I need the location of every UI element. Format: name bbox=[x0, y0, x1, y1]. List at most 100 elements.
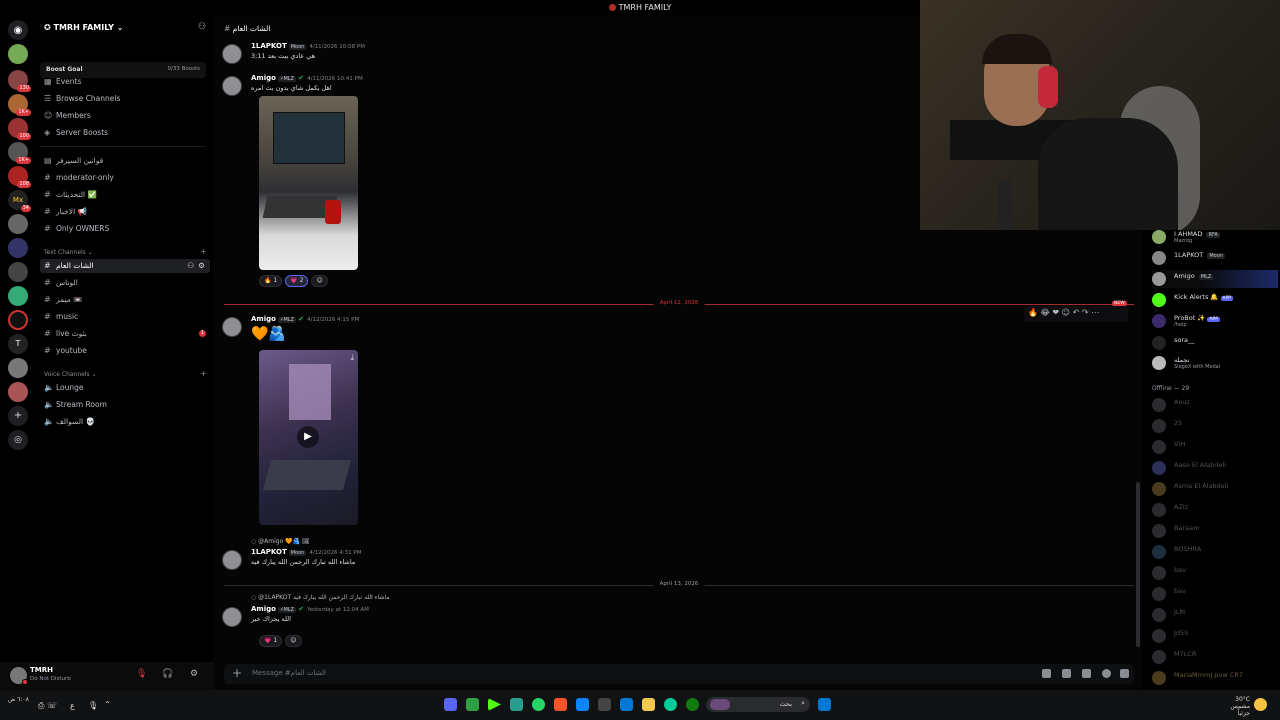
member-item[interactable]: I AHMAD RFA Mazrog bbox=[1152, 228, 1278, 246]
server-icon[interactable]: Mx 34 bbox=[8, 190, 31, 212]
image-attachment[interactable] bbox=[259, 96, 358, 270]
sidebar-item-events[interactable]: ▦ Events bbox=[44, 75, 81, 89]
message-author[interactable]: Amigo bbox=[251, 74, 276, 82]
category-voice-channels[interactable]: Voice Channels ⌄ bbox=[44, 371, 97, 378]
server-header[interactable]: ✪ TMRH FAMILY ⌄ bbox=[44, 23, 123, 32]
server-icon[interactable] bbox=[8, 310, 28, 330]
windows-start-icon[interactable] bbox=[818, 698, 831, 711]
reaction-fire-icon[interactable]: 🔥 bbox=[1028, 308, 1038, 317]
channel-rules[interactable]: ▤ قوانين السيرفر bbox=[44, 154, 103, 168]
app-taskbar-icon[interactable] bbox=[466, 698, 479, 711]
channel-memes[interactable]: # ميمز 📼 bbox=[44, 293, 83, 307]
add-channel-icon[interactable]: + bbox=[200, 369, 207, 378]
app-taskbar-icon[interactable] bbox=[510, 698, 523, 711]
chevron-up-icon[interactable]: ⌃ bbox=[104, 700, 111, 709]
message-author[interactable]: 1LAPKOT bbox=[251, 42, 287, 50]
invite-icon[interactable]: ⚇ bbox=[187, 259, 194, 273]
reaction[interactable]: 💗 1 bbox=[259, 635, 283, 647]
avatar[interactable] bbox=[10, 667, 28, 685]
add-reaction-button[interactable]: ☺ bbox=[285, 635, 302, 647]
member-item[interactable]: Jd5S bbox=[1152, 627, 1278, 645]
play-icon[interactable]: ▶ bbox=[297, 426, 319, 448]
message-author[interactable]: Amigo bbox=[251, 315, 276, 323]
steam-taskbar-icon[interactable] bbox=[598, 698, 611, 711]
member-item[interactable]: ProBot ✨ APP/help bbox=[1152, 312, 1278, 330]
message[interactable]: 1LAPKOT Moon 4/11/2026 10:08 PM هي عادي يب… bbox=[222, 42, 922, 72]
sidebar-item-boosts[interactable]: ◈ Server Boosts bbox=[44, 126, 108, 140]
message[interactable]: Amigo ⚡MLZ ✔ 4/12/2026 4:15 PM 🧡🫂 ▶ ⤓ bbox=[222, 315, 922, 527]
member-item[interactable]: Kick Alerts 🔔 APP bbox=[1152, 291, 1278, 309]
channel-news[interactable]: # الاخبار 📢 bbox=[44, 205, 87, 219]
message-input[interactable]: Message #الشات العام bbox=[252, 669, 326, 677]
add-reaction-button[interactable]: ☺ bbox=[311, 275, 328, 287]
sidebar-item-members[interactable]: ☺ Members bbox=[44, 109, 91, 123]
reaction[interactable]: 💗 2 bbox=[285, 275, 309, 287]
add-reaction-icon[interactable]: ☺ bbox=[1062, 308, 1070, 317]
server-icon[interactable] bbox=[8, 382, 28, 402]
server-icon[interactable]: 108 bbox=[8, 166, 31, 188]
more-icon[interactable]: ⋯ bbox=[1091, 308, 1099, 317]
plus-icon[interactable]: + bbox=[232, 666, 242, 680]
member-item[interactable]: 1LAPKOT Moon bbox=[1152, 249, 1278, 267]
discord-home-icon[interactable]: ◉ bbox=[8, 20, 28, 40]
weather-widget[interactable]: 30°C مشمس جزئياً bbox=[1220, 696, 1250, 717]
store-taskbar-icon[interactable] bbox=[620, 698, 633, 711]
server-icon[interactable] bbox=[8, 238, 28, 258]
channel-general[interactable]: # الشات العام ⚇ ⚙ bbox=[40, 259, 210, 273]
sticker-icon[interactable] bbox=[1082, 669, 1091, 678]
member-item[interactable]: Asma El Alabdeli bbox=[1152, 480, 1278, 498]
server-icon[interactable]: T bbox=[8, 334, 28, 354]
clock[interactable]: ٦:٠٨ ص bbox=[8, 696, 29, 703]
message-author[interactable]: 1LAPKOT bbox=[251, 548, 287, 556]
member-item[interactable]: M7LCR bbox=[1152, 648, 1278, 666]
member-item[interactable]: bav bbox=[1152, 585, 1278, 603]
voice-lounge[interactable]: 🔈 Lounge bbox=[44, 381, 84, 395]
reply-reference[interactable]: ◌ @Amigo 🧡🫂 🖼 bbox=[251, 538, 310, 545]
voice-sawalif[interactable]: 🔈 السوالف 💀 bbox=[44, 415, 95, 429]
server-icon[interactable] bbox=[8, 358, 28, 378]
app-taskbar-icon[interactable] bbox=[576, 698, 589, 711]
server-icon[interactable]: 100 bbox=[8, 118, 31, 140]
reply-icon[interactable]: ↶ bbox=[1073, 308, 1080, 317]
xbox-taskbar-icon[interactable] bbox=[686, 698, 699, 711]
member-item[interactable]: bav bbox=[1152, 564, 1278, 582]
member-item[interactable]: Amigo MLZ bbox=[1152, 270, 1278, 288]
member-item[interactable]: نجمله SiegeX with Medal bbox=[1152, 354, 1278, 372]
discord-taskbar-icon[interactable] bbox=[444, 698, 457, 711]
add-channel-icon[interactable]: + bbox=[200, 247, 207, 256]
download-icon[interactable]: ⤓ bbox=[350, 353, 354, 363]
add-server-icon[interactable]: + bbox=[8, 406, 28, 426]
chat-scrollbar[interactable] bbox=[1136, 482, 1140, 647]
apps-icon[interactable] bbox=[1120, 669, 1129, 678]
member-item[interactable]: 25 bbox=[1152, 417, 1278, 435]
channel-youtube[interactable]: # youtube bbox=[44, 344, 87, 358]
message[interactable]: ◌ @1LAPKOT ماشاء الله تبارك الرحمن الله … bbox=[222, 594, 922, 647]
whatsapp-taskbar-icon[interactable] bbox=[532, 698, 545, 711]
server-icon[interactable] bbox=[8, 262, 28, 282]
invite-icon[interactable]: ⚇ bbox=[198, 22, 206, 32]
reaction-laugh-icon[interactable]: 😂 bbox=[1041, 308, 1050, 317]
mic-icon[interactable]: 🎙 bbox=[88, 701, 98, 710]
member-item[interactable]: Baraam bbox=[1152, 522, 1278, 540]
gift-icon[interactable] bbox=[1042, 669, 1051, 678]
sidebar-item-browse[interactable]: ☰ Browse Channels bbox=[44, 92, 120, 106]
channel-updates[interactable]: # التحديثات ✅ bbox=[44, 188, 97, 202]
mic-muted-icon[interactable]: 🎙 bbox=[136, 669, 147, 679]
emoji-icon[interactable] bbox=[1102, 669, 1111, 678]
category-text-channels[interactable]: Text Channels ⌄ bbox=[44, 249, 93, 256]
channel-live[interactable]: # live بثوث 1 bbox=[44, 327, 214, 341]
member-item[interactable]: BOSHRA bbox=[1152, 543, 1278, 561]
channel-only-owners[interactable]: # Only OWNERS bbox=[44, 222, 109, 236]
channel-moderator-only[interactable]: # moderator-only bbox=[44, 171, 114, 185]
member-item[interactable]: sora__ bbox=[1152, 334, 1278, 352]
server-icon[interactable] bbox=[8, 286, 28, 306]
server-icon[interactable]: 130 bbox=[8, 70, 31, 92]
file-explorer-taskbar-icon[interactable] bbox=[642, 698, 655, 711]
channel-music[interactable]: # music bbox=[44, 310, 78, 324]
member-item[interactable]: JLM bbox=[1152, 606, 1278, 624]
avatar[interactable] bbox=[222, 550, 242, 570]
channel-alwanas[interactable]: # الوناس bbox=[44, 276, 78, 290]
gear-icon[interactable]: ⚙ bbox=[198, 259, 205, 273]
avatar[interactable] bbox=[222, 44, 242, 64]
server-icon[interactable] bbox=[8, 214, 28, 234]
